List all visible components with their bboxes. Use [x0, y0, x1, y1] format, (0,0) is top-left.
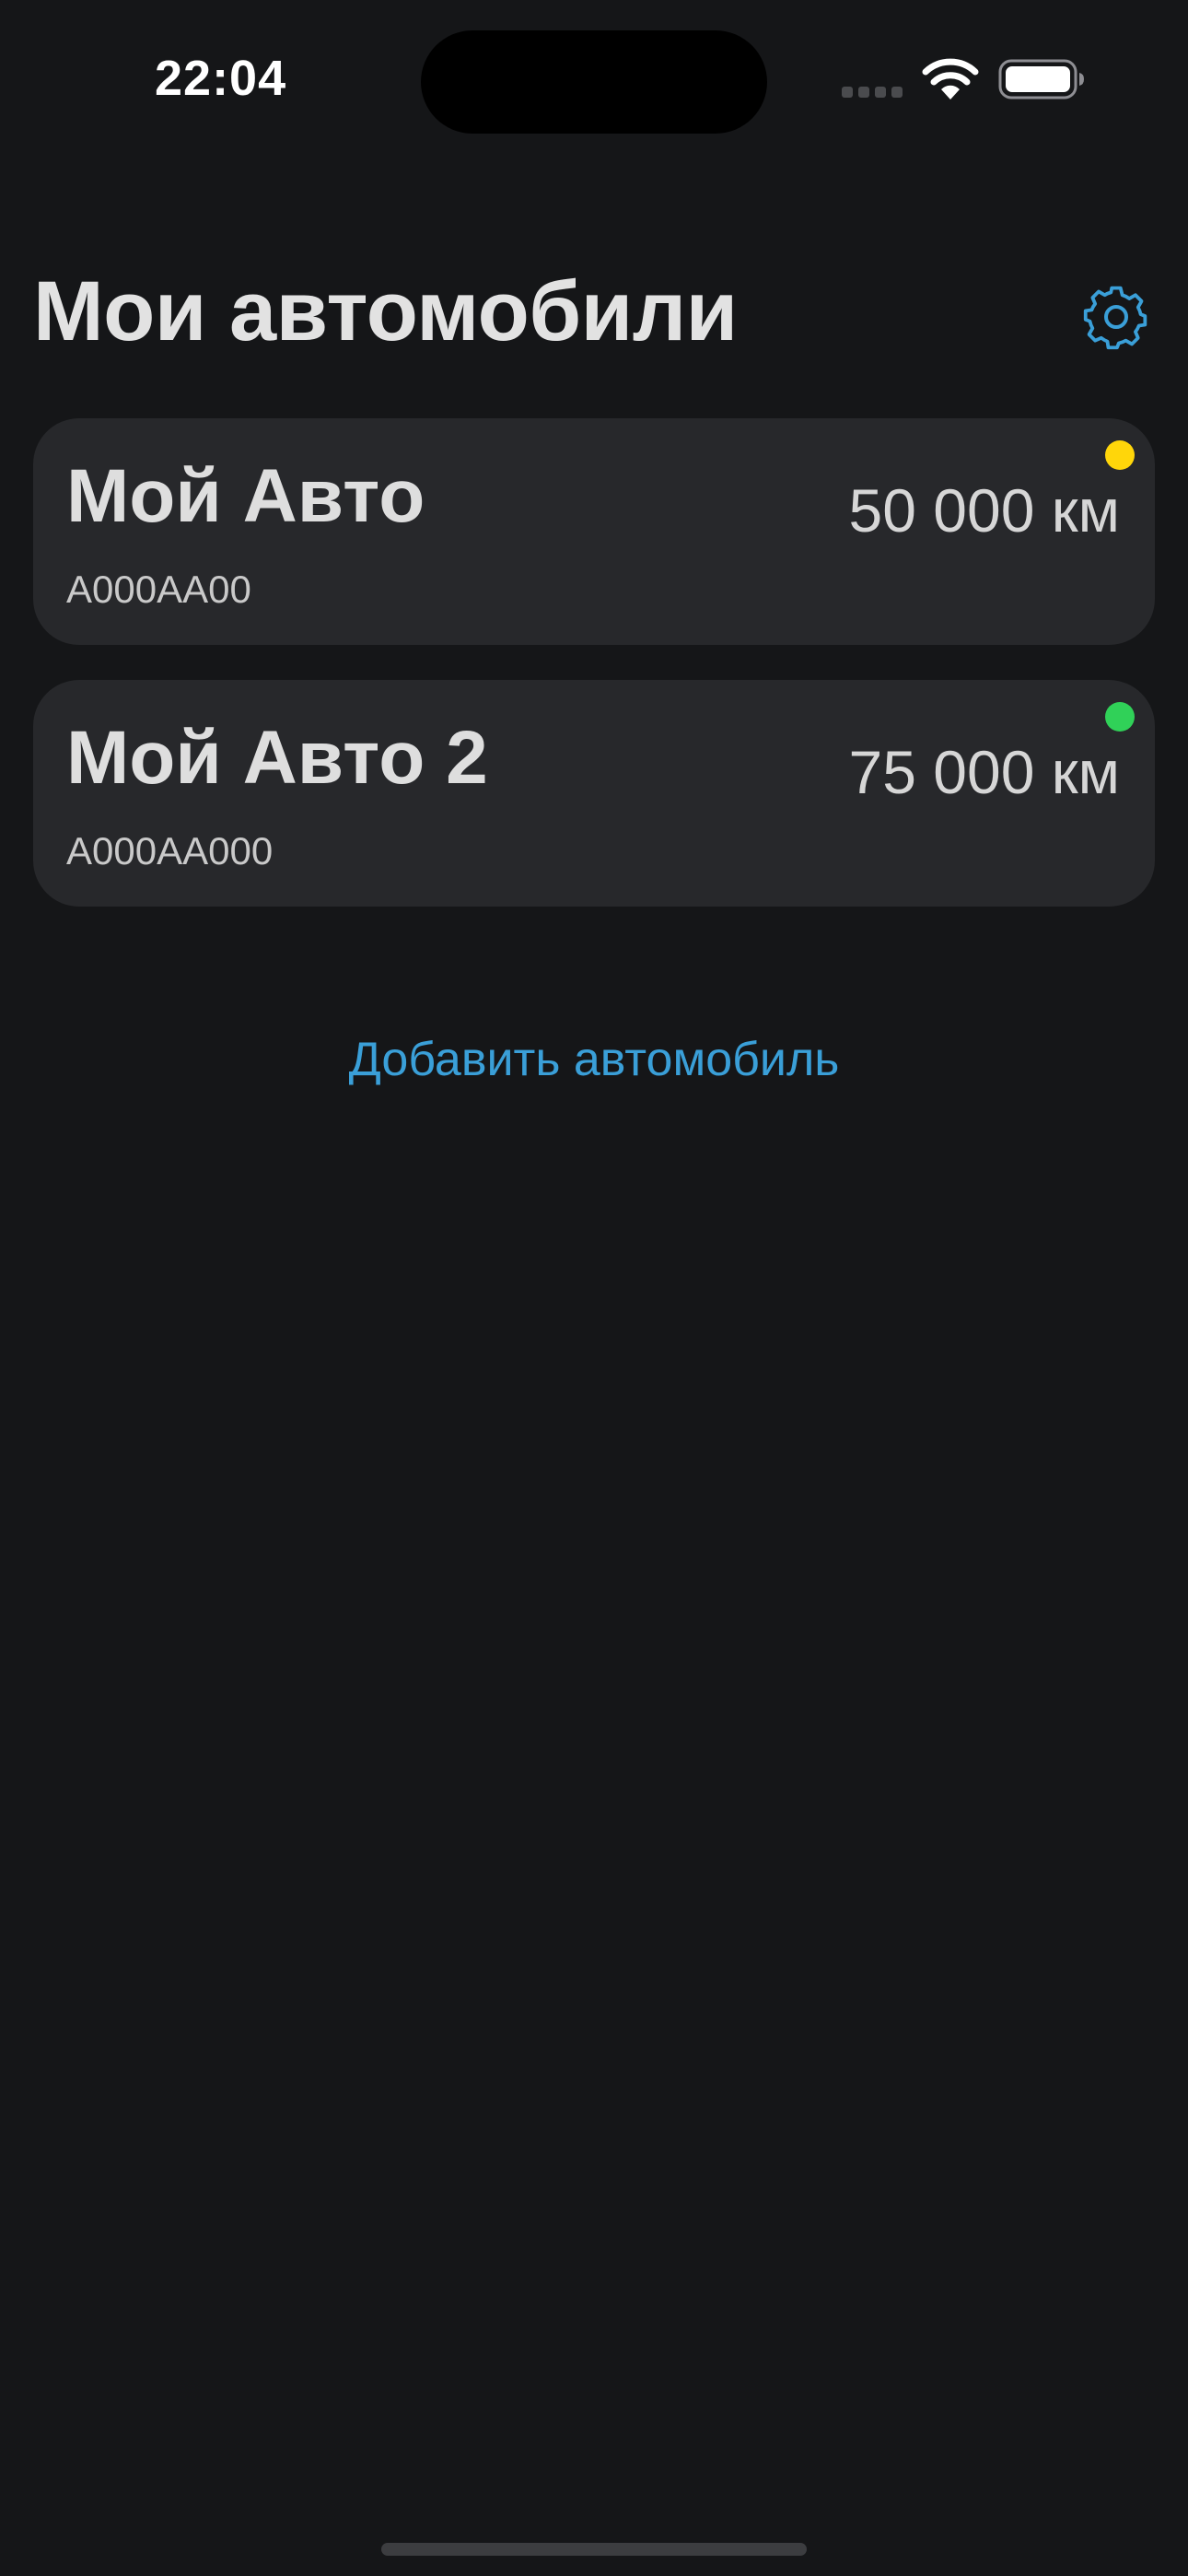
car-mileage: 50 000 км	[848, 476, 1120, 544]
car-plate: A000AA000	[66, 829, 274, 872]
car-mileage: 75 000 км	[848, 738, 1120, 806]
cellular-signal-icon	[842, 87, 904, 98]
status-time: 22:04	[155, 51, 287, 106]
car-name: Мой Авто	[66, 454, 425, 538]
add-car-button[interactable]: Добавить автомобиль	[0, 1032, 1188, 1087]
battery-icon	[998, 59, 1084, 100]
wifi-icon	[922, 58, 979, 100]
status-dot-icon	[1105, 440, 1135, 470]
gear-icon[interactable]	[1081, 282, 1151, 352]
car-card[interactable]: Мой Авто A000AA00 50 000 км	[33, 418, 1155, 645]
car-name: Мой Авто 2	[66, 716, 488, 800]
screen: 22:04 Мои автомобили Мой Авто A000AA00 5…	[0, 0, 1188, 2576]
dynamic-island	[421, 30, 767, 134]
home-indicator[interactable]	[381, 2543, 807, 2556]
status-dot-icon	[1105, 702, 1135, 732]
car-plate: A000AA00	[66, 568, 251, 611]
car-card[interactable]: Мой Авто 2 A000AA000 75 000 км	[33, 680, 1155, 907]
page-title: Мои автомобили	[33, 264, 738, 358]
